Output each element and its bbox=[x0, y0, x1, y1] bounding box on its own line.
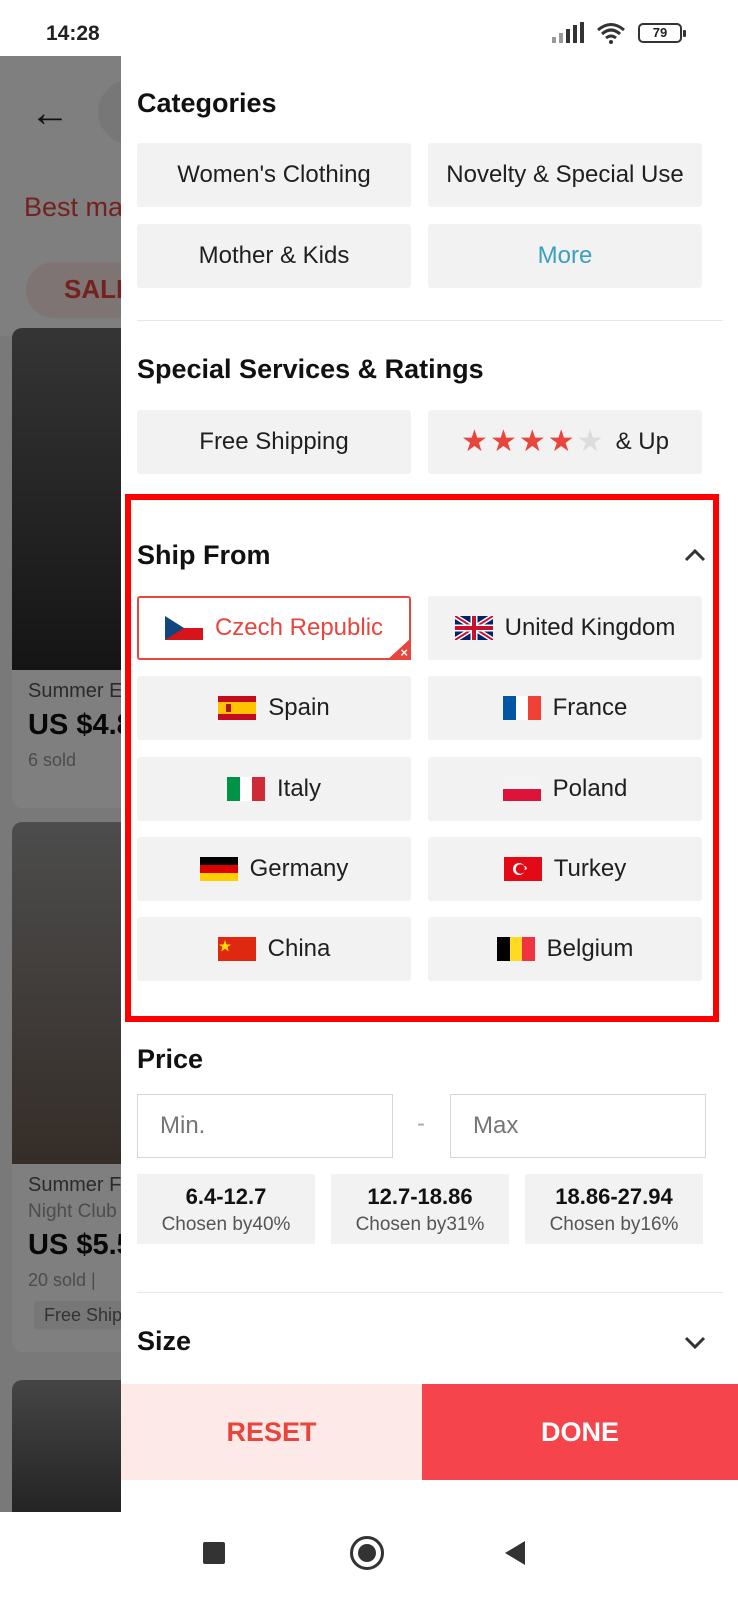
special-services-title: Special Services & Ratings bbox=[137, 354, 484, 384]
categories-title: Categories bbox=[137, 88, 277, 118]
price-range-chosen: Chosen by16% bbox=[549, 1214, 679, 1235]
free-shipping-option[interactable]: Free Shipping bbox=[137, 410, 411, 474]
price-range-chosen: Chosen by31% bbox=[355, 1214, 485, 1235]
filter-drawer: Categories Women's Clothing Novelty & Sp… bbox=[121, 56, 738, 1512]
rating-option[interactable]: ★ ★ ★ ★ ★ & Up bbox=[428, 410, 702, 474]
star-icon: ★ bbox=[518, 425, 546, 458]
signal-icon bbox=[552, 22, 584, 43]
done-button[interactable]: DONE bbox=[422, 1384, 738, 1480]
category-more-link[interactable]: More bbox=[428, 224, 702, 288]
star-icon: ★ bbox=[461, 425, 488, 458]
highlight-box bbox=[125, 494, 719, 1022]
back-icon[interactable] bbox=[505, 1541, 525, 1565]
price-min-input[interactable] bbox=[137, 1094, 393, 1158]
rating-stars: ★ ★ ★ ★ ★ bbox=[461, 427, 604, 457]
system-nav-bar bbox=[0, 1512, 738, 1600]
category-novelty-special-use[interactable]: Novelty & Special Use bbox=[428, 143, 702, 207]
size-title: Size bbox=[137, 1326, 192, 1356]
reset-button[interactable]: RESET bbox=[121, 1384, 422, 1480]
star-icon: ★ bbox=[489, 425, 517, 458]
category-womens-clothing[interactable]: Women's Clothing bbox=[137, 143, 411, 207]
category-mother-kids[interactable]: Mother & Kids bbox=[137, 224, 411, 288]
status-icons: 79 bbox=[552, 22, 686, 44]
rating-suffix: & Up bbox=[615, 428, 669, 455]
price-range-option[interactable]: 18.86-27.94 Chosen by16% bbox=[525, 1174, 703, 1244]
status-bar: 14:28 79 bbox=[0, 0, 738, 56]
status-time: 14:28 bbox=[46, 22, 100, 45]
wifi-icon bbox=[597, 23, 625, 44]
battery-icon: 79 bbox=[638, 23, 686, 43]
price-range-value: 18.86-27.94 bbox=[555, 1184, 673, 1209]
price-range-value: 12.7-18.86 bbox=[367, 1184, 473, 1209]
price-title: Price bbox=[137, 1044, 204, 1074]
home-icon[interactable] bbox=[350, 1536, 384, 1570]
price-range-value: 6.4-12.7 bbox=[185, 1184, 267, 1209]
star-icon: ★ bbox=[576, 425, 604, 458]
price-max-input[interactable] bbox=[450, 1094, 706, 1158]
chevron-down-icon[interactable] bbox=[684, 1330, 706, 1356]
price-range-chosen: Chosen by40% bbox=[161, 1214, 291, 1235]
price-range-option[interactable]: 6.4-12.7 Chosen by40% bbox=[137, 1174, 315, 1244]
divider bbox=[137, 1292, 723, 1293]
divider bbox=[137, 320, 723, 321]
price-separator: - bbox=[417, 1110, 425, 1137]
star-icon: ★ bbox=[547, 425, 575, 458]
recents-icon[interactable] bbox=[203, 1542, 225, 1564]
price-range-option[interactable]: 12.7-18.86 Chosen by31% bbox=[331, 1174, 509, 1244]
